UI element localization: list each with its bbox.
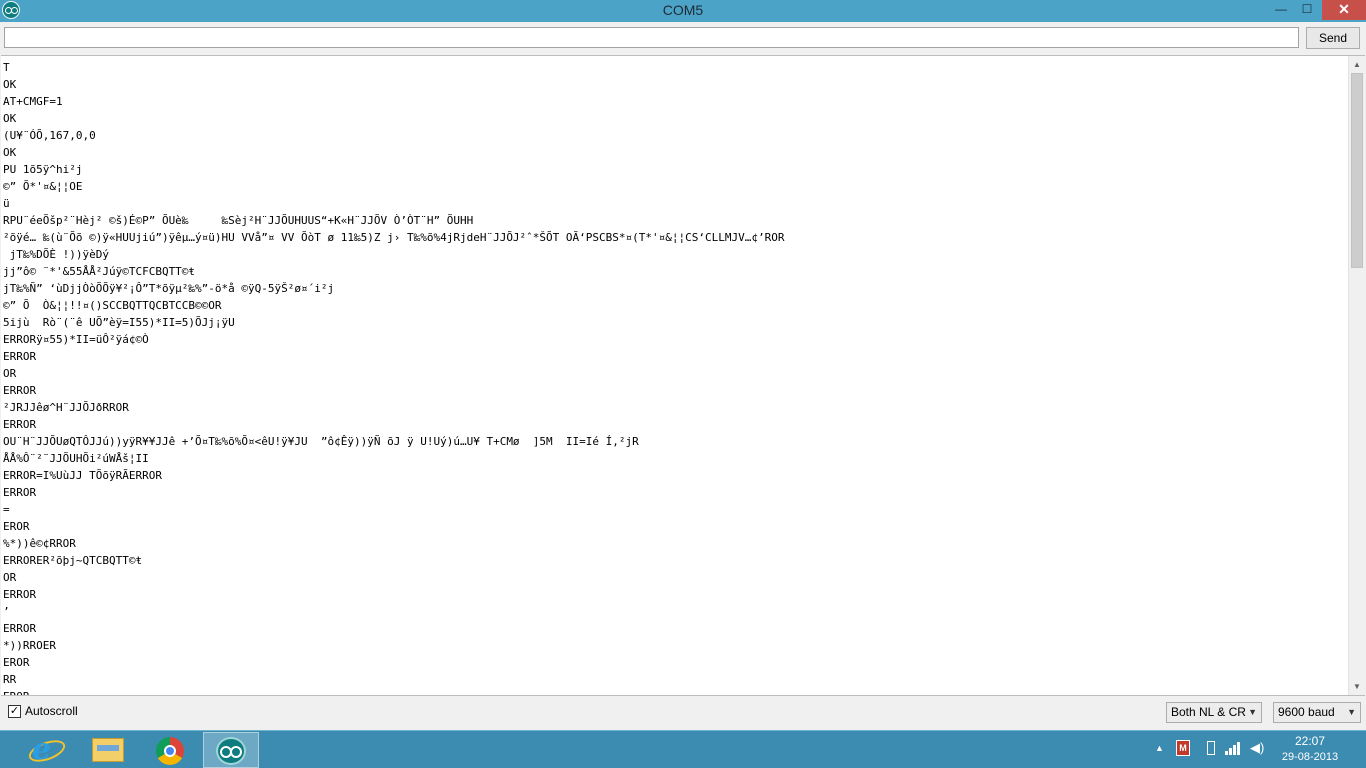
taskbar-arduino[interactable]: [203, 732, 259, 768]
clock-time[interactable]: 22:07: [1280, 734, 1340, 748]
serial-output-text: T OK AT+CMGF=1 OK (U¥¨ÓÕ,167,0,0 OK PU 1õ5ÿ^hi…: [3, 59, 1343, 695]
output-line: ERROR=I%UùJJ TÕõÿRÃERROR: [3, 469, 162, 482]
title-bar[interactable]: COM5 — ☐ ✕: [0, 0, 1366, 22]
file-explorer-icon: [92, 738, 124, 762]
taskbar-chrome[interactable]: [142, 732, 198, 768]
output-line: ERRORER²õþj~QTCBQTT©ŧ: [3, 554, 143, 567]
output-line: jT‰%Ñ” ‘ùDjjÒòÕÕÿ¥²¡Ô”T*õÿµ²‰%”-ö*å ©ÿQ-…: [3, 282, 335, 295]
output-line: OR: [3, 571, 17, 584]
output-line: jj”ô© ¨*'&55ÅÅ²Júÿ©TCFCBQTT©ŧ: [3, 265, 196, 278]
output-line: ERROR: [3, 384, 37, 397]
volume-icon[interactable]: ◀): [1250, 740, 1264, 756]
output-line: ERROR: [3, 350, 37, 363]
output-line: ²õÿé… ‰(ù¨Õõ ©)ÿ«HUUjiú”)ÿêµ…ý¤ü)HU VVå”…: [3, 231, 785, 244]
output-line: ERROR: [3, 418, 37, 431]
output-line: ©” Õ*'¤&¦¦OE: [3, 180, 83, 193]
clock-date[interactable]: 29-08-2013: [1276, 751, 1344, 763]
network-signal-icon[interactable]: [1225, 741, 1241, 755]
chevron-down-icon: ▼: [1248, 707, 1257, 717]
internet-explorer-icon: e: [32, 732, 52, 767]
output-line: EROR: [3, 520, 30, 533]
output-line: (U¥¨ÓÕ,167,0,0: [3, 129, 96, 142]
chrome-icon: [156, 737, 184, 765]
output-line: EROR: [3, 656, 30, 669]
output-line: ÅÅ%Ô¨²¨JJÕUHÕi²úWÅš¦II: [3, 452, 149, 465]
scroll-down-arrow-icon[interactable]: ▼: [1349, 678, 1365, 695]
output-line: RR: [3, 673, 17, 686]
output-line: ’: [3, 605, 10, 618]
output-line: PU 1õ5ÿ^hi²j: [3, 163, 83, 176]
output-line: ²JRJJêø^H¨JJÕJðRROR: [3, 401, 129, 414]
signal-bar: [1233, 745, 1236, 755]
autoscroll-label: Autoscroll: [25, 704, 78, 718]
vertical-scrollbar[interactable]: ▲ ▼: [1348, 56, 1365, 695]
window-title: COM5: [662, 2, 704, 18]
output-line: ©” Õ Ò&¦¦!!¤()SCCBQTTQCBTCCB©©OR: [3, 299, 222, 312]
antivirus-shield-icon[interactable]: M: [1176, 740, 1190, 756]
taskbar-internet-explorer[interactable]: e: [18, 732, 74, 768]
autoscroll-checkbox[interactable]: ✓: [8, 705, 21, 718]
baud-rate-select[interactable]: 9600 baud ▼: [1273, 702, 1361, 723]
output-line: ERRORÿ¤55)*II=üÔ²ÿá¢©Ò: [3, 333, 149, 346]
output-line: jT‰%DÕÈ !))ÿèDý: [3, 248, 109, 261]
scroll-up-arrow-icon[interactable]: ▲: [1349, 56, 1365, 73]
output-line: ERROR: [3, 622, 37, 635]
output-line: T: [3, 61, 10, 74]
output-line: RPU¨éeÕšp²¨Hèj² ©š)É©P” ÕUè‰ ‰Sèj²H¨JJÕU…: [3, 214, 474, 227]
output-line: ERROR: [3, 588, 37, 601]
output-line: AT+CMGF=1: [3, 95, 63, 108]
output-line: ü: [3, 197, 10, 210]
output-line: OK: [3, 78, 17, 91]
signal-bar: [1237, 742, 1240, 755]
line-ending-select[interactable]: Both NL & CR ▼: [1166, 702, 1262, 723]
output-line: *))RROER: [3, 639, 56, 652]
battery-icon[interactable]: [1207, 741, 1215, 755]
chevron-down-icon: ▼: [1347, 707, 1356, 717]
signal-bar: [1229, 748, 1232, 755]
output-line: OU¨H¨JJÕUøQTÔJJú))yÿR¥¥JJê +’Õ¤T‰%õ%Õ¤<ê…: [3, 435, 639, 448]
output-line: OK: [3, 112, 17, 125]
close-button[interactable]: ✕: [1322, 0, 1366, 20]
output-line: OR: [3, 367, 17, 380]
scrollbar-thumb[interactable]: [1351, 73, 1363, 268]
serial-send-input[interactable]: [4, 27, 1299, 48]
output-line: %*))ê©¢RROR: [3, 537, 76, 550]
line-ending-value: Both NL & CR: [1171, 705, 1246, 719]
show-hidden-icons-chevron-icon[interactable]: ▲: [1155, 743, 1164, 753]
signal-bar: [1225, 751, 1228, 755]
output-line: ERROR: [3, 486, 37, 499]
maximize-button[interactable]: ☐: [1294, 0, 1320, 20]
minimize-button[interactable]: —: [1268, 0, 1294, 20]
serial-output-area[interactable]: T OK AT+CMGF=1 OK (U¥¨ÓÕ,167,0,0 OK PU 1õ5ÿ^hi…: [1, 55, 1365, 696]
output-line: 5ijù Rò¨(¨ê UÕ”èÿ=I55)*II=5)ÕJj¡ÿU: [3, 316, 235, 329]
arduino-icon: [216, 737, 246, 765]
output-line: =: [3, 503, 10, 516]
output-line: EROR: [3, 688, 1343, 695]
taskbar-file-explorer[interactable]: [80, 732, 136, 768]
send-button[interactable]: Send: [1306, 27, 1360, 49]
output-line: OK: [3, 146, 17, 159]
baud-rate-value: 9600 baud: [1278, 705, 1335, 719]
serial-monitor-window: COM5 — ☐ ✕ Send T OK AT+CMGF=1 OK (U¥¨ÓÕ,167…: [0, 0, 1366, 730]
